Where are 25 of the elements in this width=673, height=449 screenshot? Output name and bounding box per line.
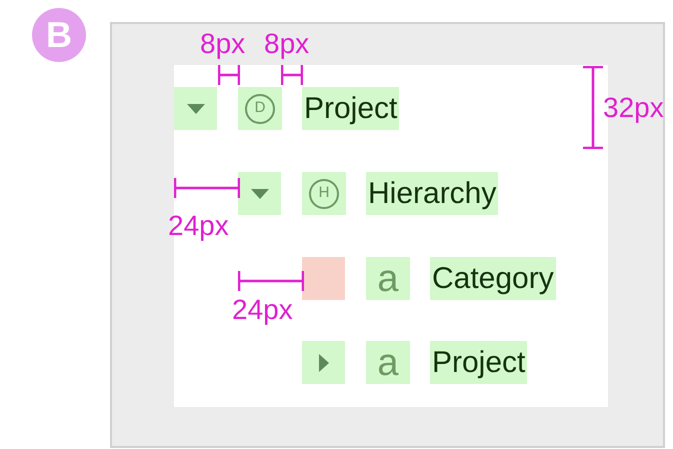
tree-item-label[interactable]: Hierarchy — [366, 172, 498, 215]
letter-icon: a — [377, 260, 399, 298]
dimension-label: 24px — [168, 212, 229, 240]
letter-icon: a — [377, 344, 399, 382]
dimension-line — [281, 65, 303, 85]
letter-circle-icon: D — [245, 94, 275, 124]
caret-down-icon — [186, 104, 204, 114]
dimension-line — [218, 65, 240, 85]
dimension-label: 8px — [200, 30, 246, 58]
dimension-label: 32px — [603, 94, 664, 122]
caret-right-icon — [318, 354, 328, 372]
toggle-button[interactable] — [302, 341, 345, 384]
toggle-button[interactable] — [238, 172, 281, 215]
caret-down-icon — [250, 188, 268, 198]
dimension-line — [238, 271, 304, 291]
tree-item-label[interactable]: Project — [302, 87, 400, 130]
tree-item-label[interactable]: Project — [430, 341, 528, 384]
tree-item-label[interactable]: Category — [430, 257, 556, 300]
dimension-label: 8px — [264, 30, 310, 58]
section-badge: B — [32, 8, 86, 62]
letter-circle-icon: H — [309, 178, 339, 208]
dimension-line — [174, 178, 240, 198]
dimension-label: 24px — [232, 296, 293, 324]
toggle-button[interactable] — [174, 87, 217, 130]
placeholder-swatch — [302, 257, 345, 300]
